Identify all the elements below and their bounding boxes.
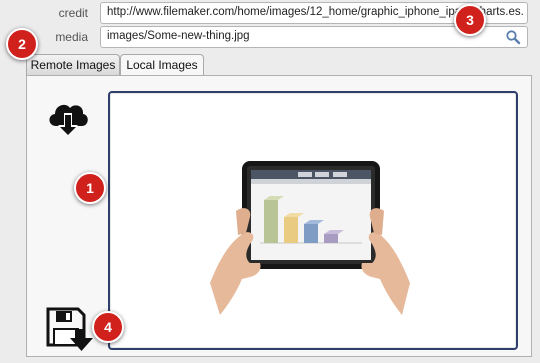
callout-badge-4: 4 [92, 311, 124, 343]
callout-badge-3: 3 [454, 4, 486, 36]
tab-remote-images[interactable]: Remote Images [26, 54, 120, 75]
media-field-value: images/Some-new-thing.jpg [107, 30, 250, 42]
save-download-icon[interactable] [44, 305, 94, 353]
media-label: media [55, 30, 88, 44]
callout-badge-2: 2 [6, 28, 38, 60]
callout-badge-1: 1 [74, 172, 106, 204]
credit-label: credit [58, 6, 88, 20]
search-icon[interactable] [505, 29, 521, 45]
image-container-field[interactable] [108, 91, 518, 350]
ipad-chart-image [210, 161, 410, 315]
cloud-download-icon[interactable] [44, 96, 92, 144]
tab-local-images[interactable]: Local Images [120, 54, 204, 76]
